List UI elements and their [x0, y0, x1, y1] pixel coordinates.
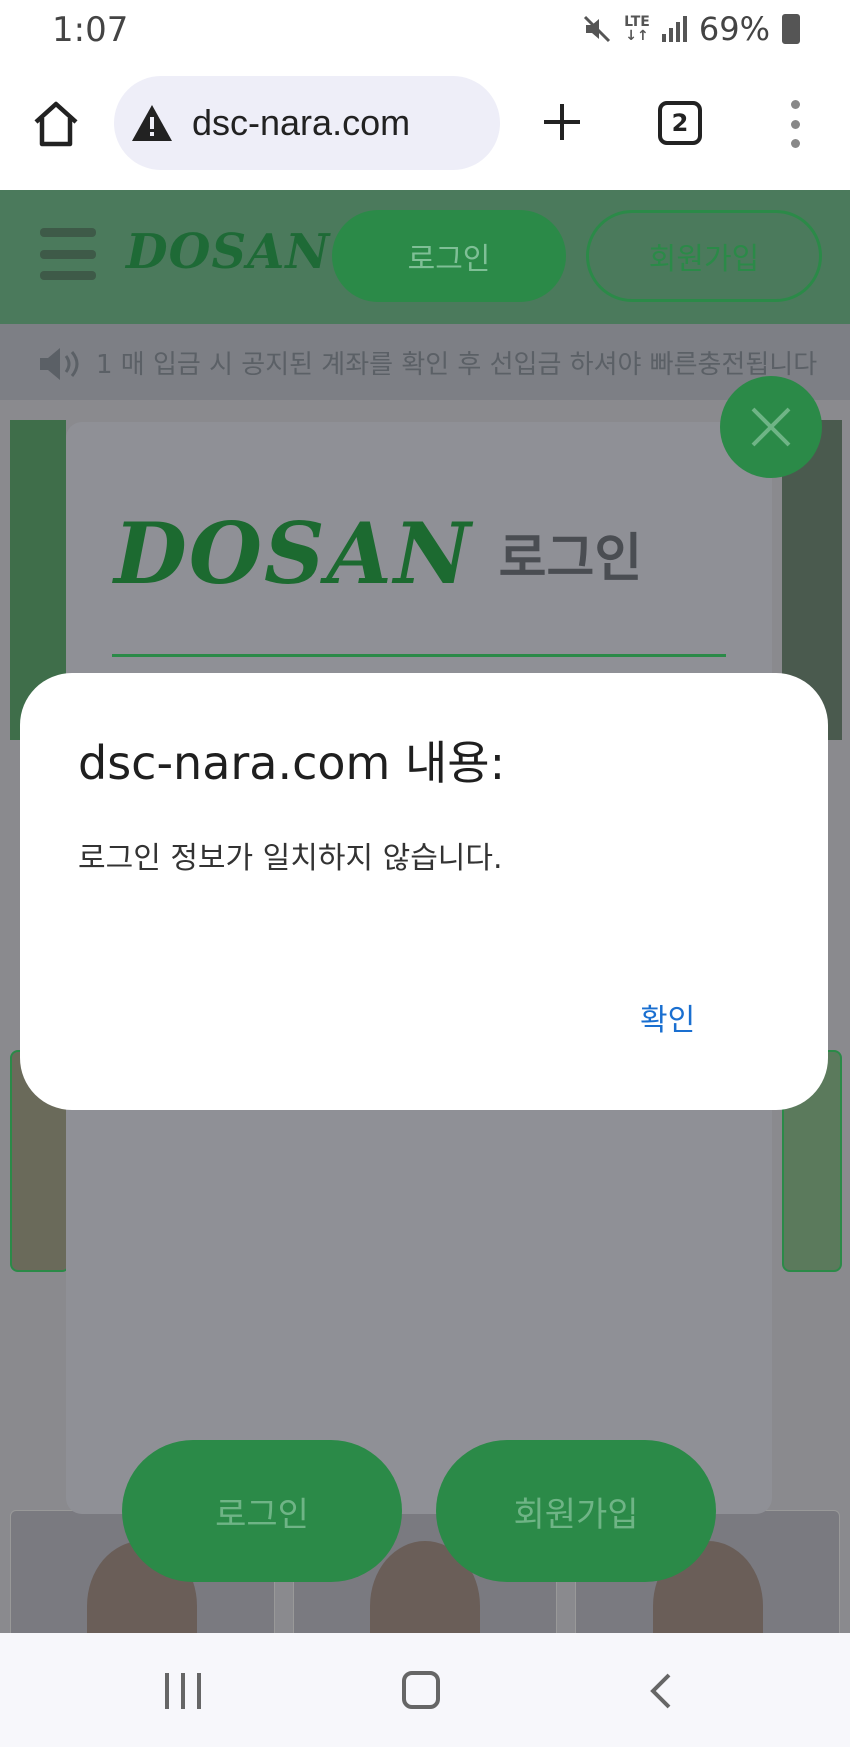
home-icon[interactable] — [30, 98, 82, 150]
alert-dialog: dsc-nara.com 내용: 로그인 정보가 일치하지 않습니다. 확인 — [20, 673, 828, 1110]
site-logo[interactable]: DOSAN — [126, 224, 330, 280]
header-signup-button[interactable]: 회원가입 — [586, 210, 822, 302]
home-button-icon[interactable] — [402, 1671, 440, 1709]
hamburger-menu-icon[interactable] — [40, 228, 96, 280]
status-icons: LTE ↓↑ 69% — [582, 10, 800, 48]
modal-logo: DOSAN — [114, 504, 473, 603]
header-login-button[interactable]: 로그인 — [332, 210, 566, 302]
site-header: DOSAN 로그인 회원가입 — [0, 190, 850, 322]
notice-text: 1 매 입금 시 공지된 계좌를 확인 후 선입금 하셔야 빠른충전됩니다 — [96, 350, 818, 380]
battery-level: 69% — [698, 10, 770, 48]
address-bar[interactable]: dsc-nara.com — [114, 76, 500, 170]
more-vert-icon[interactable] — [780, 100, 810, 148]
modal-divider — [112, 654, 726, 657]
back-icon[interactable] — [645, 1671, 675, 1711]
plus-icon[interactable] — [538, 98, 586, 146]
close-x-glyph — [751, 407, 791, 447]
battery-icon — [782, 14, 800, 44]
status-bar: 1:07 LTE ↓↑ 69% — [0, 0, 850, 58]
dialog-title: dsc-nara.com 내용: — [78, 736, 506, 790]
mute-icon — [584, 15, 611, 43]
lte-icon: LTE ↓↑ — [624, 14, 650, 44]
recent-apps-icon[interactable] — [165, 1673, 201, 1709]
modal-signup-button[interactable]: 회원가입 — [436, 1440, 716, 1582]
url-text: dsc-nara.com — [192, 102, 411, 143]
warning-icon[interactable] — [130, 103, 174, 143]
speaker-icon — [40, 348, 79, 380]
modal-title: 로그인 — [498, 529, 643, 589]
signal-icon — [661, 16, 687, 42]
tabs-icon[interactable]: 2 — [658, 101, 702, 145]
system-nav-bar — [0, 1633, 850, 1747]
ok-button[interactable]: 확인 — [634, 991, 701, 1043]
status-time: 1:07 — [52, 10, 129, 50]
modal-login-button[interactable]: 로그인 — [122, 1440, 402, 1582]
tab-count: 2 — [671, 109, 689, 137]
modal-header: DOSAN 로그인 — [114, 504, 642, 603]
notice-bar: 1 매 입금 시 공지된 계좌를 확인 후 선입금 하셔야 빠른충전됩니다 — [0, 322, 850, 400]
close-icon[interactable] — [720, 376, 822, 478]
browser-toolbar: dsc-nara.com 2 — [0, 58, 850, 190]
dialog-message: 로그인 정보가 일치하지 않습니다. — [78, 841, 503, 876]
